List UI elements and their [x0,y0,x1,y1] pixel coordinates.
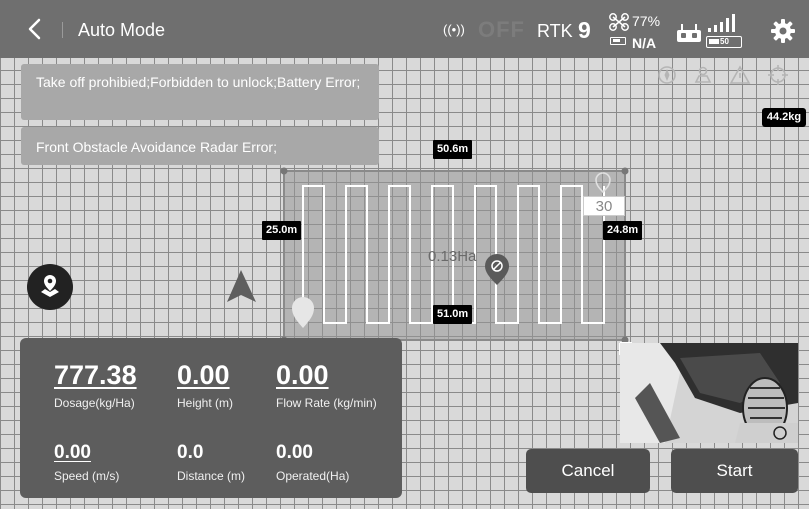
start-button[interactable]: Start [671,449,798,493]
drone-heading-arrow-icon [227,270,256,302]
operated-stat: 0.00 Operated(Ha) [276,442,349,483]
distance-label: Distance (m) [177,469,246,483]
field-corner-point [621,167,629,175]
flow-rate-label: Flow Rate (kg/min) [276,396,377,410]
height-label: Height (m) [177,396,234,410]
camera-preview[interactable] [620,343,798,443]
dosage-label: Dosage(kg/Ha) [54,396,135,410]
height-stat: 0.00 Height (m) [177,360,233,410]
line-spacing-input[interactable]: 30 [583,196,625,216]
height-value[interactable]: 0.00 [177,360,233,391]
map-pin-layers-icon [41,275,59,297]
dosage-stat: 777.38 Dosage(kg/Ha) [54,360,137,410]
cancel-button[interactable]: Cancel [526,449,650,493]
field-area-label: 0.13Ha [428,248,477,265]
camera-feed-image [620,343,798,443]
left-edge-length-label: 25.0m [262,221,302,240]
flow-rate-value[interactable]: 0.00 [276,360,377,391]
distance-stat: 0.0 Distance (m) [177,442,245,483]
operated-label: Operated(Ha) [276,469,350,483]
operated-value: 0.00 [276,442,313,463]
distance-value: 0.0 [177,442,204,463]
speed-label: Speed (m/s) [54,469,120,483]
speed-value: 0.00 [54,442,91,463]
field-corner-point [280,167,288,175]
flight-stats-panel: 777.38 Dosage(kg/Ha) 0.00 Height (m) 0.0… [20,338,402,498]
dosage-value[interactable]: 777.38 [54,360,137,391]
top-edge-length-label: 50.6m [433,140,473,159]
map-locate-button[interactable] [27,264,73,310]
flow-rate-stat: 0.00 Flow Rate (kg/min) [276,360,377,410]
right-edge-length-label: 24.8m [603,221,643,240]
speed-stat: 0.00 Speed (m/s) [54,442,119,483]
bottom-edge-length-label: 51.0m [433,305,473,324]
